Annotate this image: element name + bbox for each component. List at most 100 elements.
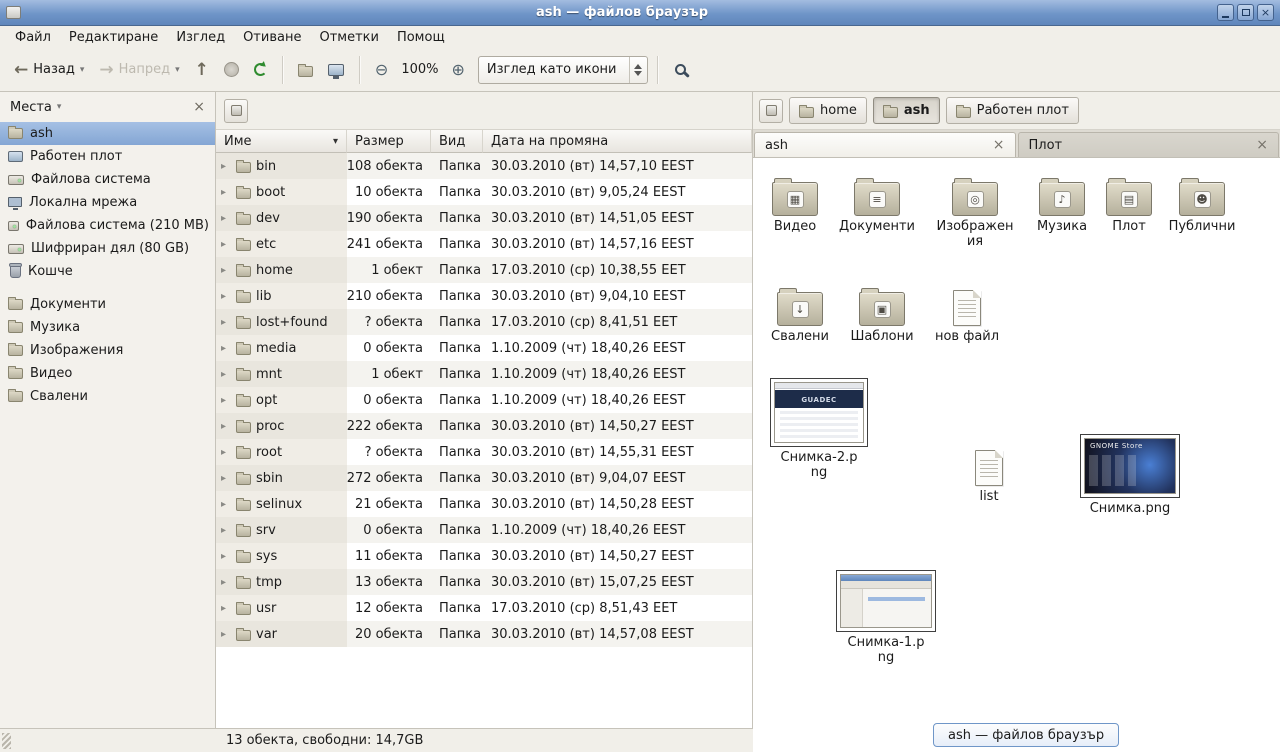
sidebar-place-item[interactable]: Музика — [0, 316, 215, 339]
expander-icon[interactable]: ▸ — [221, 343, 231, 354]
expander-icon[interactable]: ▸ — [221, 239, 231, 250]
stop-button[interactable] — [218, 56, 245, 83]
sidebar-place-item[interactable]: Локална мрежа — [0, 191, 215, 214]
menu-item[interactable]: Отметки — [310, 28, 387, 47]
expander-icon[interactable]: ▸ — [221, 447, 231, 458]
tab[interactable]: ash × — [754, 132, 1016, 157]
sidebar-title[interactable]: Места — [10, 100, 52, 115]
computer-button[interactable] — [322, 58, 350, 82]
tab[interactable]: Плот × — [1018, 132, 1280, 157]
expander-icon[interactable]: ▸ — [221, 525, 231, 536]
combo-spinner-icon[interactable] — [629, 57, 647, 83]
zoom-in-button[interactable]: ⊕ — [445, 56, 470, 84]
expander-icon[interactable]: ▸ — [221, 161, 231, 172]
file-row[interactable]: ▸ mnt 1 обект Папка 1.10.2009 (чт) 18,40… — [216, 361, 752, 387]
sidebar-place-item[interactable]: ash — [0, 122, 215, 145]
forward-button[interactable]: → Напред ▾ — [93, 56, 185, 83]
sidebar-place-item[interactable]: Файлова система (210 MB) — [0, 214, 215, 237]
file-row[interactable]: ▸ srv 0 обекта Папка 1.10.2009 (чт) 18,4… — [216, 517, 752, 543]
tab-close-icon[interactable]: × — [993, 137, 1005, 153]
reload-button[interactable] — [248, 57, 273, 82]
file-row[interactable]: ▸ sbin 272 обекта Папка 30.03.2010 (вт) … — [216, 465, 752, 491]
file-row[interactable]: ▸ proc 222 обекта Папка 30.03.2010 (вт) … — [216, 413, 752, 439]
path-segment-button[interactable]: home — [789, 97, 867, 124]
forward-history-dropdown-icon[interactable]: ▾ — [175, 65, 180, 75]
sidebar-place-item[interactable]: Шифриран дял (80 GB) — [0, 237, 215, 260]
expander-icon[interactable]: ▸ — [221, 369, 231, 380]
expander-icon[interactable]: ▸ — [221, 265, 231, 276]
up-button[interactable]: ↑ — [189, 57, 215, 83]
menu-item[interactable]: Помощ — [388, 28, 454, 47]
file-row[interactable]: ▸ selinux 21 обекта Папка 30.03.2010 (вт… — [216, 491, 752, 517]
sidebar-place-item[interactable]: Работен плот — [0, 145, 215, 168]
zoom-out-button[interactable]: ⊖ — [369, 56, 394, 84]
menu-item[interactable]: Файл — [6, 28, 60, 47]
file-row[interactable]: ▸ home 1 обект Папка 17.03.2010 (ср) 10,… — [216, 257, 752, 283]
expander-icon[interactable]: ▸ — [221, 395, 231, 406]
expander-icon[interactable]: ▸ — [221, 577, 231, 588]
sidebar-selector-dropdown-icon[interactable]: ▾ — [57, 102, 62, 112]
column-header-name[interactable]: Име ▾ — [216, 130, 347, 153]
menu-item[interactable]: Отиване — [234, 28, 310, 47]
column-header-type[interactable]: Вид — [431, 130, 483, 153]
file-icon-item[interactable]: ↓ Свалени — [758, 286, 842, 345]
column-header-size[interactable]: Размер — [347, 130, 431, 153]
menu-item[interactable]: Изглед — [167, 28, 234, 47]
back-button[interactable]: ← Назад ▾ — [8, 56, 90, 83]
file-icon-item[interactable]: ▣ Шаблони — [840, 286, 924, 345]
column-header-date[interactable]: Дата на промяна — [483, 130, 752, 153]
expander-icon[interactable]: ▸ — [221, 499, 231, 510]
file-icon-item[interactable]: ▤ Плот — [1087, 176, 1171, 235]
back-history-dropdown-icon[interactable]: ▾ — [80, 65, 85, 75]
menu-item[interactable]: Редактиране — [60, 28, 167, 47]
file-row[interactable]: ▸ boot 10 обекта Папка 30.03.2010 (вт) 9… — [216, 179, 752, 205]
file-icon-item[interactable]: ◎ Изображения — [933, 176, 1017, 250]
file-row[interactable]: ▸ lib 210 обекта Папка 30.03.2010 (вт) 9… — [216, 283, 752, 309]
expander-icon[interactable]: ▸ — [221, 629, 231, 640]
file-row[interactable]: ▸ usr 12 обекта Папка 17.03.2010 (ср) 8,… — [216, 595, 752, 621]
file-row[interactable]: ▸ root ? обекта Папка 30.03.2010 (вт) 14… — [216, 439, 752, 465]
maximize-button[interactable] — [1237, 4, 1254, 21]
path-segment-button[interactable]: Работен плот — [946, 97, 1079, 124]
tab-close-icon[interactable]: × — [1256, 137, 1268, 153]
pane-location-button[interactable] — [759, 99, 783, 123]
view-mode-select[interactable]: Изглед като икони — [478, 56, 648, 84]
file-row[interactable]: ▸ opt 0 обекта Папка 1.10.2009 (чт) 18,4… — [216, 387, 752, 413]
expander-icon[interactable]: ▸ — [221, 473, 231, 484]
file-row[interactable]: ▸ lost+found ? обекта Папка 17.03.2010 (… — [216, 309, 752, 335]
expander-icon[interactable]: ▸ — [221, 213, 231, 224]
sidebar-close-icon[interactable]: × — [193, 99, 205, 115]
expander-icon[interactable]: ▸ — [221, 291, 231, 302]
file-icon-item[interactable]: GNOME Store Снимка.png — [1077, 434, 1183, 517]
path-segment-button[interactable]: ash — [873, 97, 940, 124]
sidebar-place-item[interactable]: Кошче — [0, 260, 215, 283]
home-button[interactable] — [292, 57, 319, 83]
sidebar-place-item[interactable]: Изображения — [0, 339, 215, 362]
file-icon-item[interactable]: ☻ Публични — [1160, 176, 1244, 235]
window-list-button[interactable]: ash — файлов браузър — [933, 723, 1119, 747]
file-icon-item[interactable]: GUADEC Снимка-2.png — [767, 378, 871, 481]
file-row[interactable]: ▸ dev 190 обекта Папка 30.03.2010 (вт) 1… — [216, 205, 752, 231]
pane-location-button[interactable] — [224, 99, 248, 123]
file-icon-item[interactable]: нов файл — [925, 286, 1009, 345]
file-icon-item[interactable]: ▦ Видео — [753, 176, 837, 235]
sidebar-place-item[interactable]: Документи — [0, 293, 215, 316]
expander-icon[interactable]: ▸ — [221, 187, 231, 198]
file-icon-item[interactable]: Снимка-1.png — [833, 570, 939, 666]
file-icon-item[interactable]: list — [947, 446, 1031, 505]
file-icon-item[interactable]: ≡ Документи — [835, 176, 919, 235]
expander-icon[interactable]: ▸ — [221, 317, 231, 328]
file-row[interactable]: ▸ var 20 обекта Папка 30.03.2010 (вт) 14… — [216, 621, 752, 647]
file-row[interactable]: ▸ sys 11 обекта Папка 30.03.2010 (вт) 14… — [216, 543, 752, 569]
sidebar-place-item[interactable]: Видео — [0, 362, 215, 385]
sidebar-place-item[interactable]: Файлова система — [0, 168, 215, 191]
file-row[interactable]: ▸ bin 108 обекта Папка 30.03.2010 (вт) 1… — [216, 153, 752, 179]
file-row[interactable]: ▸ tmp 13 обекта Папка 30.03.2010 (вт) 15… — [216, 569, 752, 595]
expander-icon[interactable]: ▸ — [221, 551, 231, 562]
minimize-button[interactable] — [1217, 4, 1234, 21]
expander-icon[interactable]: ▸ — [221, 603, 231, 614]
sidebar-place-item[interactable]: Свалени — [0, 385, 215, 408]
file-row[interactable]: ▸ media 0 обекта Папка 1.10.2009 (чт) 18… — [216, 335, 752, 361]
expander-icon[interactable]: ▸ — [221, 421, 231, 432]
file-row[interactable]: ▸ etc 241 обекта Папка 30.03.2010 (вт) 1… — [216, 231, 752, 257]
